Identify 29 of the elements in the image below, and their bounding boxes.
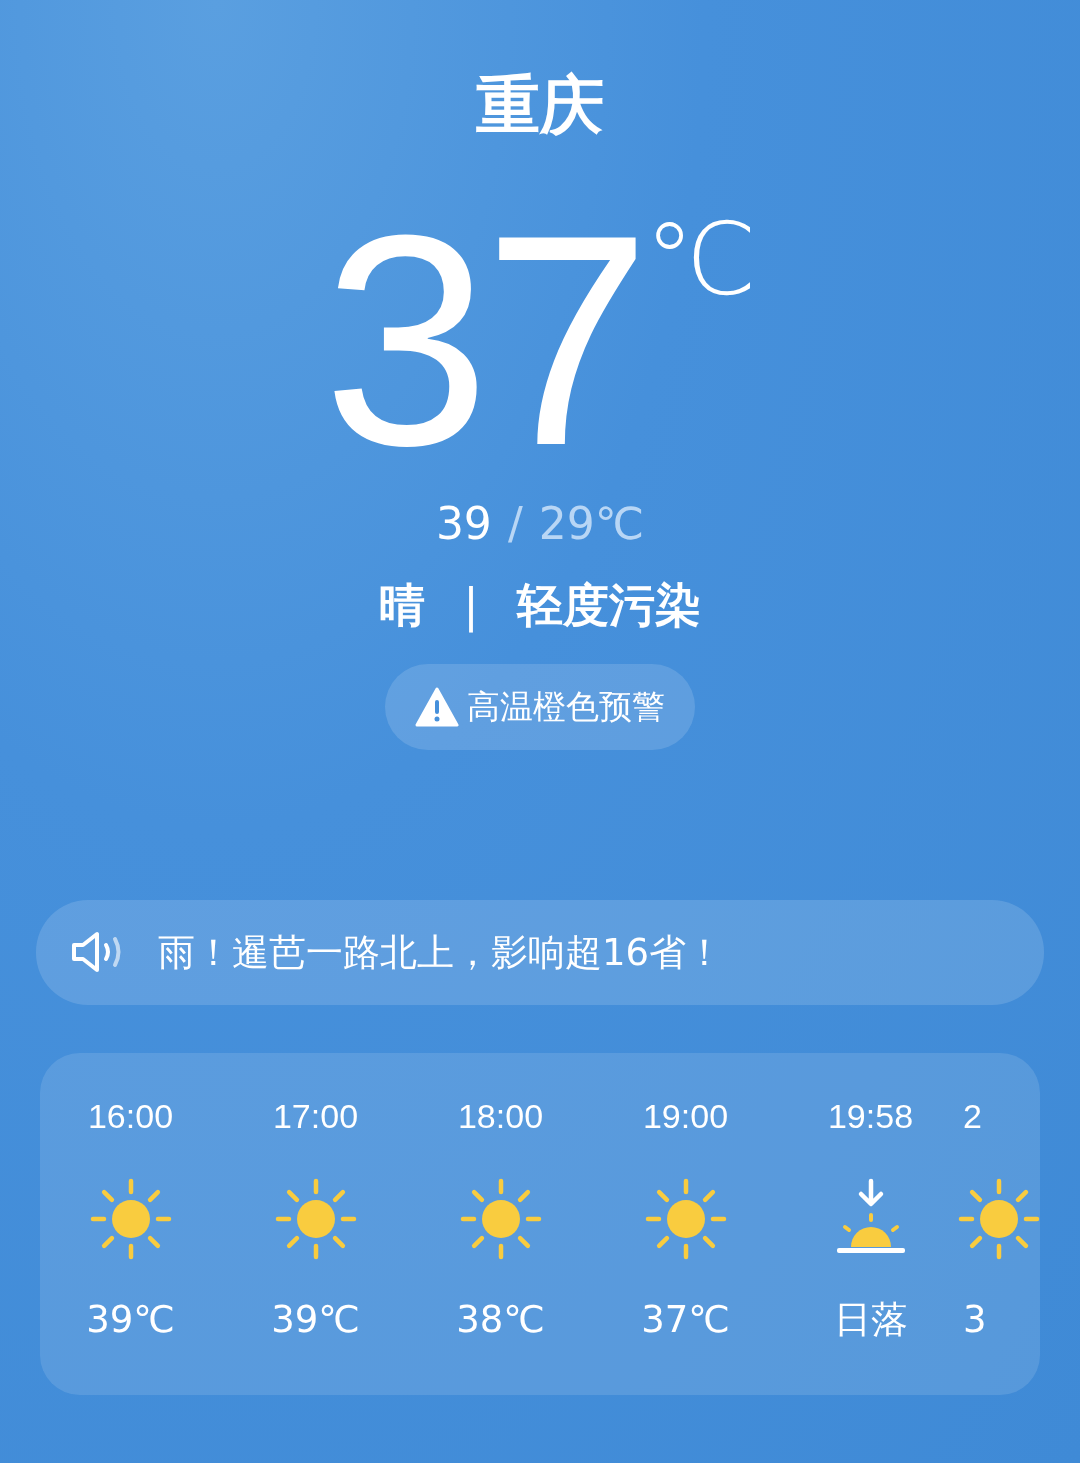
sun-icon [643, 1176, 728, 1261]
hour-temperature: 38℃ [456, 1300, 545, 1338]
temperature-unit: ℃ [644, 210, 757, 311]
hour-time: 17:00 [272, 1098, 359, 1133]
hour-temperature: 39℃ [86, 1300, 175, 1338]
hour-time: 16:00 [87, 1098, 174, 1133]
air-quality: 轻度污染 [516, 582, 701, 629]
heat-alert-button[interactable]: 高温橙色预警 [385, 664, 695, 750]
sun-icon [458, 1176, 543, 1261]
hour-time: 19:00 [642, 1098, 729, 1133]
sunset-label: 日落 [833, 1300, 908, 1338]
sun-icon [88, 1176, 173, 1261]
city-name: 重庆 [476, 67, 604, 141]
range-separator: / [507, 502, 523, 547]
hour-temperature: 37℃ [641, 1300, 730, 1338]
hour-time: 2 [963, 1098, 982, 1133]
warning-icon [415, 687, 459, 728]
low-temperature: 29℃ [538, 502, 645, 547]
weather-condition: 晴 [379, 582, 426, 629]
high-temperature: 39 [435, 502, 492, 547]
sun-icon [273, 1176, 358, 1261]
hour-time: 19:58 [827, 1098, 914, 1133]
hour-temperature: 39℃ [271, 1300, 360, 1338]
current-temperature: 37 [323, 220, 645, 461]
news-headline: 雨！暹芭一路北上，影响超16省！ [158, 929, 724, 976]
news-ticker[interactable]: 雨！暹芭一路北上，影响超16省！ [36, 899, 1044, 1005]
hour-temperature: 3 [963, 1300, 987, 1338]
hour-time: 18:00 [457, 1098, 544, 1133]
sun-icon [957, 1176, 1040, 1261]
